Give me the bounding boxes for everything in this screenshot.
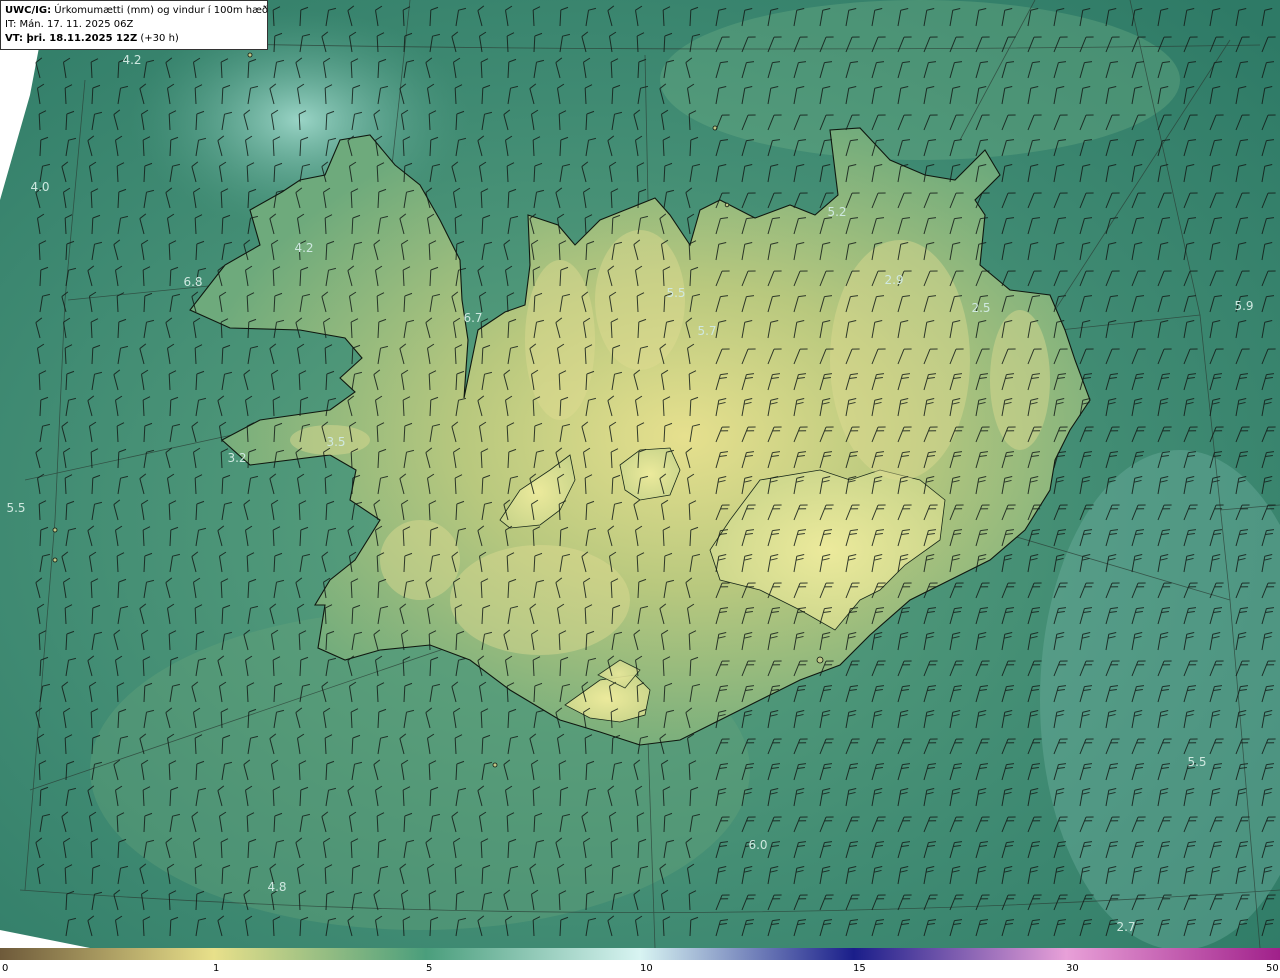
point-value-3: 6.8 [183, 275, 202, 289]
valid-time: VT: þri. 18.11.2025 12Z [5, 33, 138, 44]
precipitation-wind-map: 4.2 4.0 4.2 6.8 6.7 5.2 2.9 2.5 5.9 5.5 5.7 3.5 3.2 5… [0, 0, 1280, 948]
init-time: IT: Mán. 17. 11. 2025 06Z [5, 19, 134, 30]
colorbar-tick-50: 50 [1266, 963, 1279, 974]
product-code: UWC/IG: [5, 5, 52, 16]
point-value-9: 5.5 [666, 286, 685, 300]
point-value-17: 2.7 [1116, 920, 1135, 934]
point-value-5: 5.2 [827, 205, 846, 219]
precipitation-colorbar [0, 948, 1280, 960]
point-value-15: 6.0 [748, 838, 767, 852]
point-value-8: 5.9 [1234, 299, 1253, 313]
map-info-box: UWC/IG: Úrkomumætti (mm) og vindur í 100… [0, 0, 268, 50]
product-description: Úrkomumætti (mm) og vindur í 100m hæð [54, 5, 269, 16]
point-value-4: 6.7 [463, 311, 482, 325]
point-value-16: 4.8 [267, 880, 286, 894]
colorbar-tick-10: 10 [640, 963, 653, 974]
colorbar-tick-5: 5 [426, 963, 433, 974]
point-value-10: 5.7 [697, 324, 716, 338]
point-value-2: 4.2 [294, 241, 313, 255]
colorbar-tick-labels: 0 1 5 10 15 30 50 [0, 963, 1280, 977]
point-value-13: 5.5 [6, 501, 25, 515]
forecast-offset: (+30 h) [140, 33, 179, 44]
point-value-0: 4.2 [122, 53, 141, 67]
point-value-12: 3.2 [227, 451, 246, 465]
point-value-6: 2.9 [884, 273, 903, 287]
colorbar-tick-0: 0 [2, 963, 9, 974]
colorbar-tick-30: 30 [1066, 963, 1079, 974]
colorbar-tick-1: 1 [213, 963, 220, 974]
point-value-14: 5.5 [1187, 755, 1206, 769]
point-value-7: 2.5 [971, 301, 990, 315]
point-value-1: 4.0 [30, 180, 49, 194]
colorbar-tick-15: 15 [853, 963, 866, 974]
point-value-11: 3.5 [326, 435, 345, 449]
